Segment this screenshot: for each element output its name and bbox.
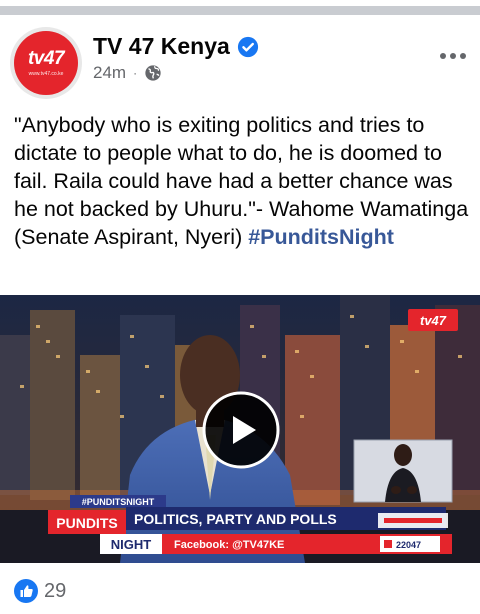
like-count[interactable]: 29 — [44, 580, 66, 603]
avatar-logo-text: tv47 — [27, 48, 65, 69]
page-name-row: TV 47 Kenya — [93, 33, 259, 60]
more-dot — [440, 53, 446, 59]
globe-icon — [145, 65, 161, 81]
show-name-top: PUNDITS — [56, 515, 117, 531]
post-header: tv47 www.tv47.co.ke TV 47 Kenya 24m · — [0, 15, 480, 105]
post-body: "Anybody who is exiting politics and tri… — [14, 113, 469, 249]
avatar-sub-text: www.tv47.co.ke — [28, 71, 64, 77]
post-meta: 24m · — [93, 63, 162, 83]
headline: POLITICS, PARTY AND POLLS — [134, 511, 337, 527]
social-handle: Facebook: @TV47KE — [174, 539, 284, 551]
more-dot — [450, 53, 456, 59]
top-bar — [0, 0, 480, 15]
post-timestamp[interactable]: 24m — [93, 63, 126, 83]
sms-shortcode: 22047 — [396, 540, 421, 550]
page-name[interactable]: TV 47 Kenya — [93, 33, 230, 60]
feed-divider — [0, 6, 480, 15]
reactions-bar[interactable]: 29 — [14, 579, 66, 603]
verified-badge-icon — [237, 36, 258, 57]
more-options-icon[interactable] — [440, 53, 466, 59]
post-text: "Anybody who is exiting politics and tri… — [14, 111, 470, 251]
page-avatar[interactable]: tv47 www.tv47.co.ke — [10, 27, 82, 99]
hashtag-link[interactable]: #PunditsNight — [248, 225, 394, 249]
hashtag-tag: #PUNDITSNIGHT — [82, 497, 155, 507]
meta-separator: · — [133, 66, 138, 80]
play-button-icon[interactable] — [202, 391, 280, 469]
show-name-bottom: NIGHT — [111, 537, 152, 552]
like-reaction-icon — [14, 579, 38, 603]
video-player[interactable]: tv47 #PUNDITSNIGHT PUNDITS POLITICS, PAR… — [0, 295, 480, 563]
tv47-logo: tv47 www.tv47.co.ke — [14, 31, 78, 95]
more-dot — [460, 53, 466, 59]
channel-bug: tv47 — [420, 313, 447, 328]
